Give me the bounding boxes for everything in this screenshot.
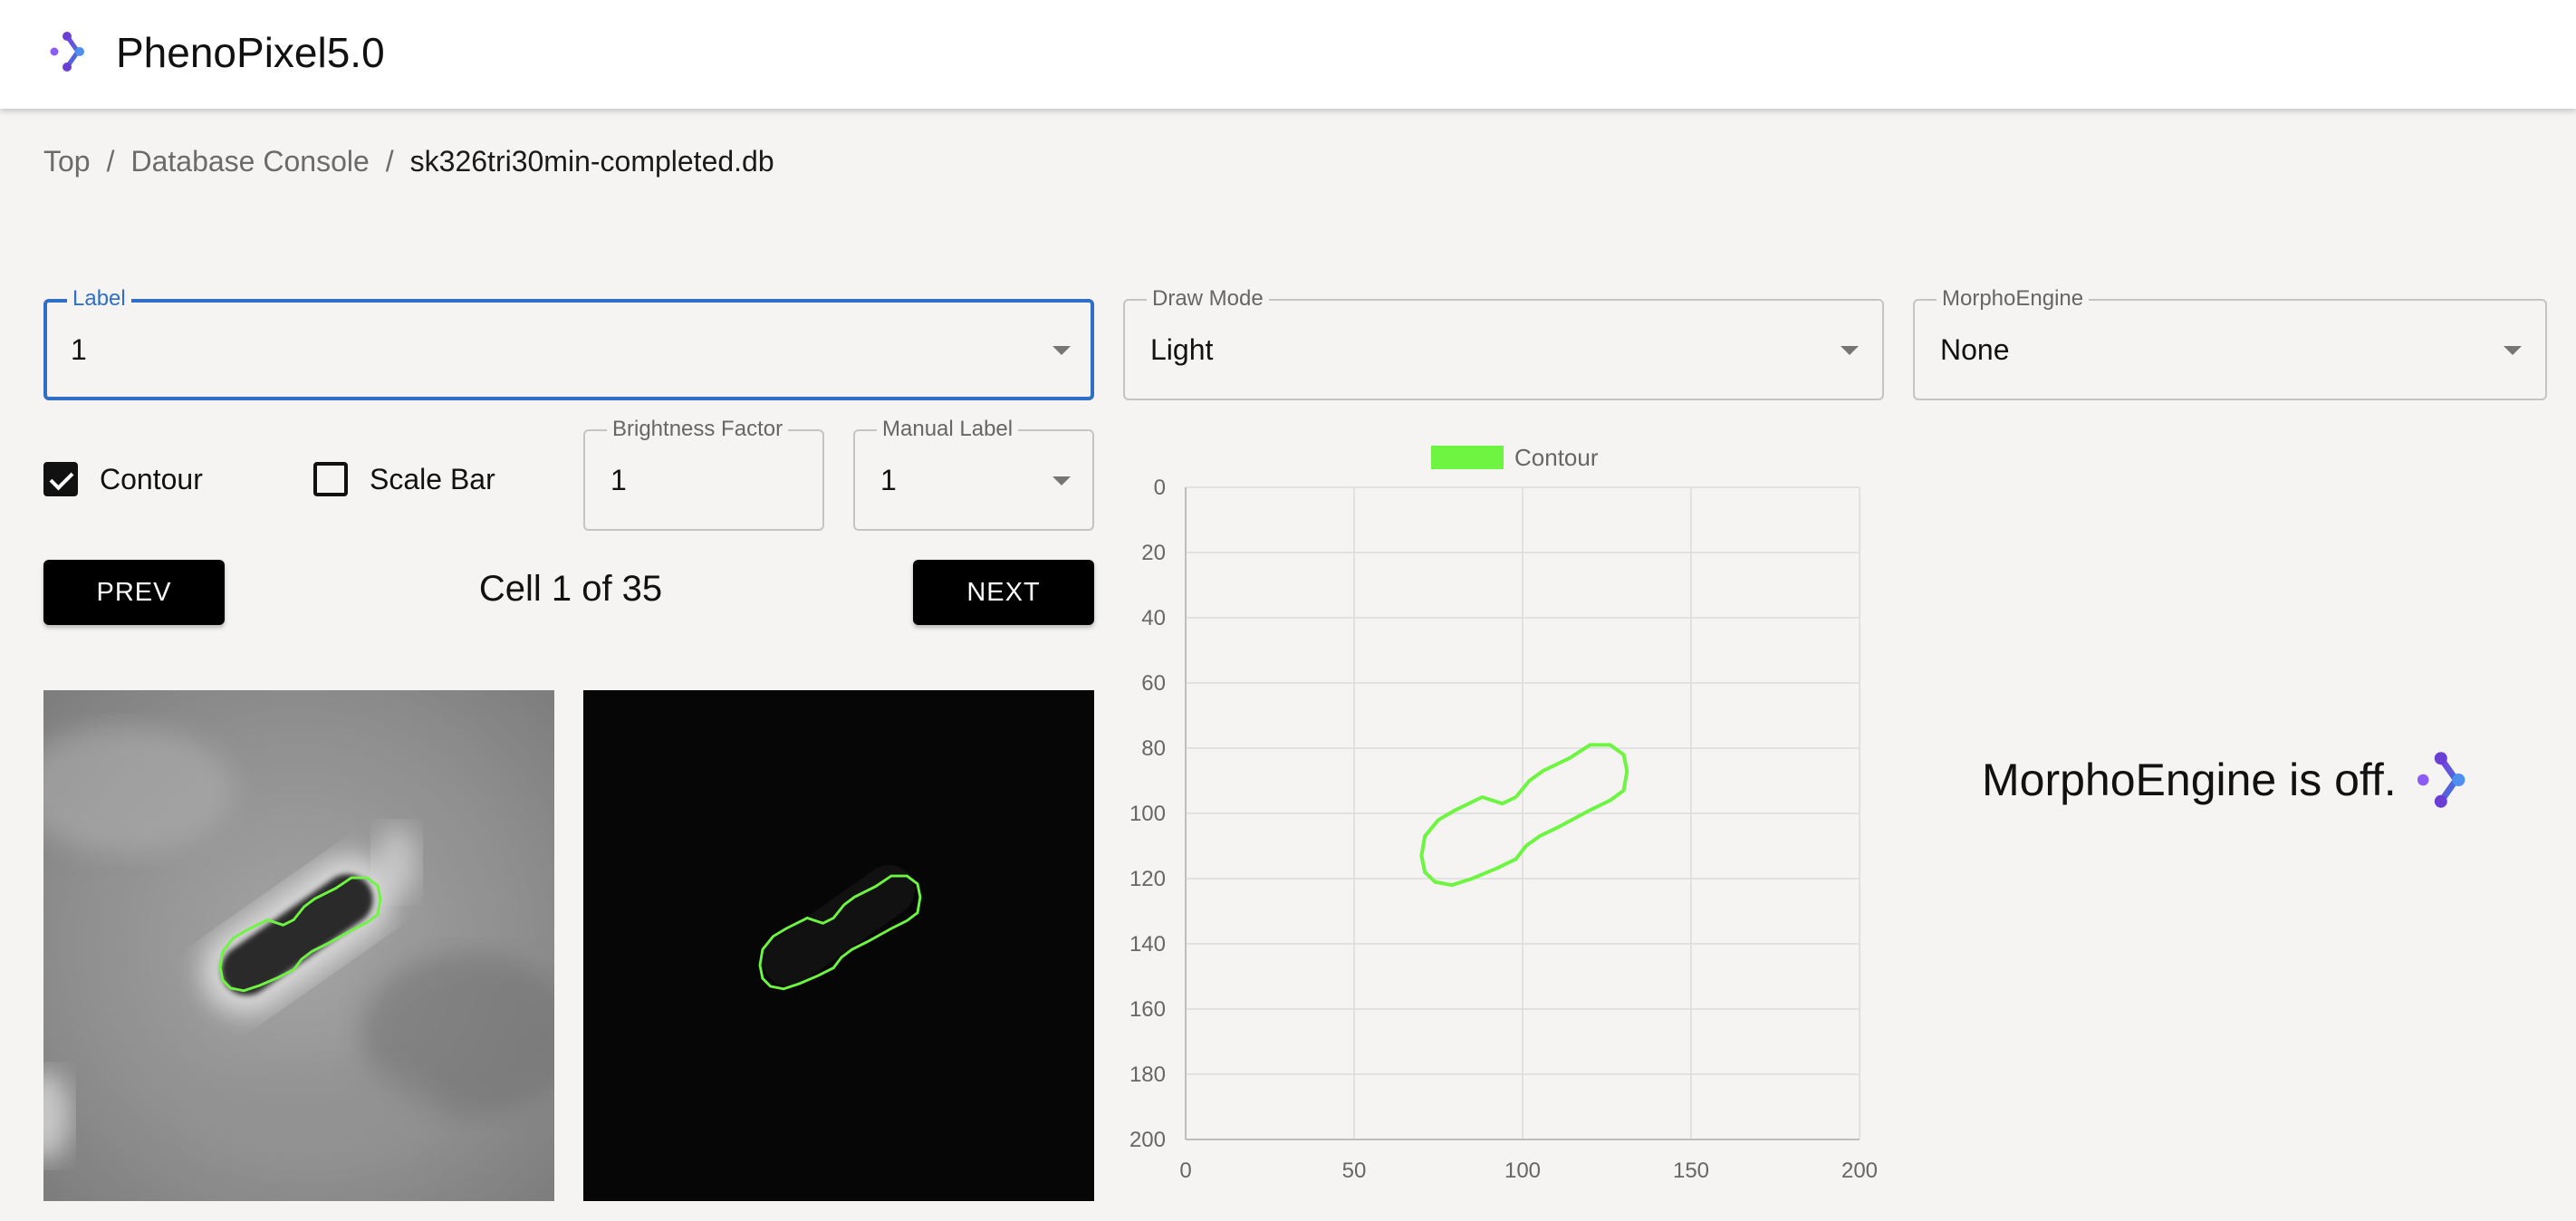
y-tick-label: 200 <box>1129 1128 1166 1152</box>
phenopixel-logo-icon[interactable] <box>47 29 92 74</box>
phase-contrast-cell-image <box>43 690 554 1201</box>
label-select[interactable]: Label 1 <box>43 286 1094 400</box>
x-tick-label: 200 <box>1841 1159 1878 1183</box>
breadcrumb-database-console[interactable]: Database Console <box>130 145 369 178</box>
contour-series-line <box>1419 743 1629 888</box>
chevron-down-icon[interactable] <box>1841 346 1859 355</box>
breadcrumb: Top / Database Console / sk326tri30min-compl… <box>43 143 774 179</box>
draw-mode-select[interactable]: Draw Mode Light <box>1123 286 1884 400</box>
label-select-value: 1 <box>71 333 87 366</box>
x-tick-label: 50 <box>1342 1159 1367 1183</box>
label-select-label: Label <box>67 286 131 312</box>
x-tick-label: 100 <box>1504 1159 1541 1183</box>
legend-label: Contour <box>1514 444 1599 471</box>
x-tick-label: 150 <box>1673 1159 1709 1183</box>
chevron-down-icon[interactable] <box>1053 346 1071 355</box>
y-tick-label: 140 <box>1129 932 1166 957</box>
morphoengine-label: MorphoEngine <box>1937 286 2090 312</box>
morphoengine-value: None <box>1940 333 2010 366</box>
legend-swatch <box>1431 446 1504 469</box>
draw-mode-value: Light <box>1150 333 1214 366</box>
breadcrumb-current-db: sk326tri30min-completed.db <box>409 145 774 178</box>
scale-bar-checkbox-label: Scale Bar <box>370 462 495 495</box>
brightness-factor-input[interactable]: Brightness Factor 1 <box>583 417 824 531</box>
breadcrumb-separator: / <box>106 145 115 178</box>
chevron-down-icon[interactable] <box>2504 346 2522 355</box>
phenopixel-logo-icon <box>2417 752 2465 808</box>
breadcrumb-top[interactable]: Top <box>43 145 91 178</box>
chevron-down-icon[interactable] <box>1053 476 1071 486</box>
cell-counter: Cell 1 of 35 <box>478 569 663 609</box>
x-tick-label: 0 <box>1179 1159 1191 1183</box>
fluorescence-cell-image <box>583 690 1094 1201</box>
y-tick-label: 20 <box>1141 541 1166 565</box>
next-button[interactable]: NEXT <box>913 560 1094 625</box>
scale-bar-checkbox[interactable]: Scale Bar <box>313 462 495 496</box>
y-tick-label: 0 <box>1154 476 1166 500</box>
manual-label-label: Manual Label <box>877 417 1019 442</box>
y-tick-label: 160 <box>1129 997 1166 1022</box>
brightness-factor-label: Brightness Factor <box>607 417 789 442</box>
app-bar: PhenoPixel5.0 <box>0 0 2576 109</box>
y-tick-label: 120 <box>1129 867 1166 891</box>
checkbox-checked-icon[interactable] <box>43 462 78 496</box>
app-title: PhenoPixel5.0 <box>116 29 385 76</box>
brightness-factor-value: 1 <box>610 464 627 496</box>
contour-checkbox-label: Contour <box>100 462 203 495</box>
manual-label-value: 1 <box>880 464 897 496</box>
manual-label-select[interactable]: Manual Label 1 <box>853 417 1094 531</box>
y-tick-label: 60 <box>1141 671 1166 696</box>
contour-checkbox[interactable]: Contour <box>43 462 203 496</box>
y-tick-label: 40 <box>1141 606 1166 630</box>
morphoengine-status: MorphoEngine is off. <box>1982 748 2476 812</box>
prev-button[interactable]: PREV <box>43 560 225 625</box>
morphoengine-status-text: MorphoEngine is off. <box>1982 755 2397 805</box>
contour-chart: 0 50 100 150 200 0 20 40 60 80 100 120 140 160 180 200 C… <box>1123 426 1902 1187</box>
checkbox-unchecked-icon[interactable] <box>313 462 348 496</box>
y-tick-label: 80 <box>1141 736 1166 761</box>
y-tick-label: 180 <box>1129 1062 1166 1087</box>
breadcrumb-separator: / <box>385 145 394 178</box>
morphoengine-select[interactable]: MorphoEngine None <box>1913 286 2547 400</box>
y-tick-label: 100 <box>1129 802 1166 826</box>
draw-mode-label: Draw Mode <box>1147 286 1269 312</box>
